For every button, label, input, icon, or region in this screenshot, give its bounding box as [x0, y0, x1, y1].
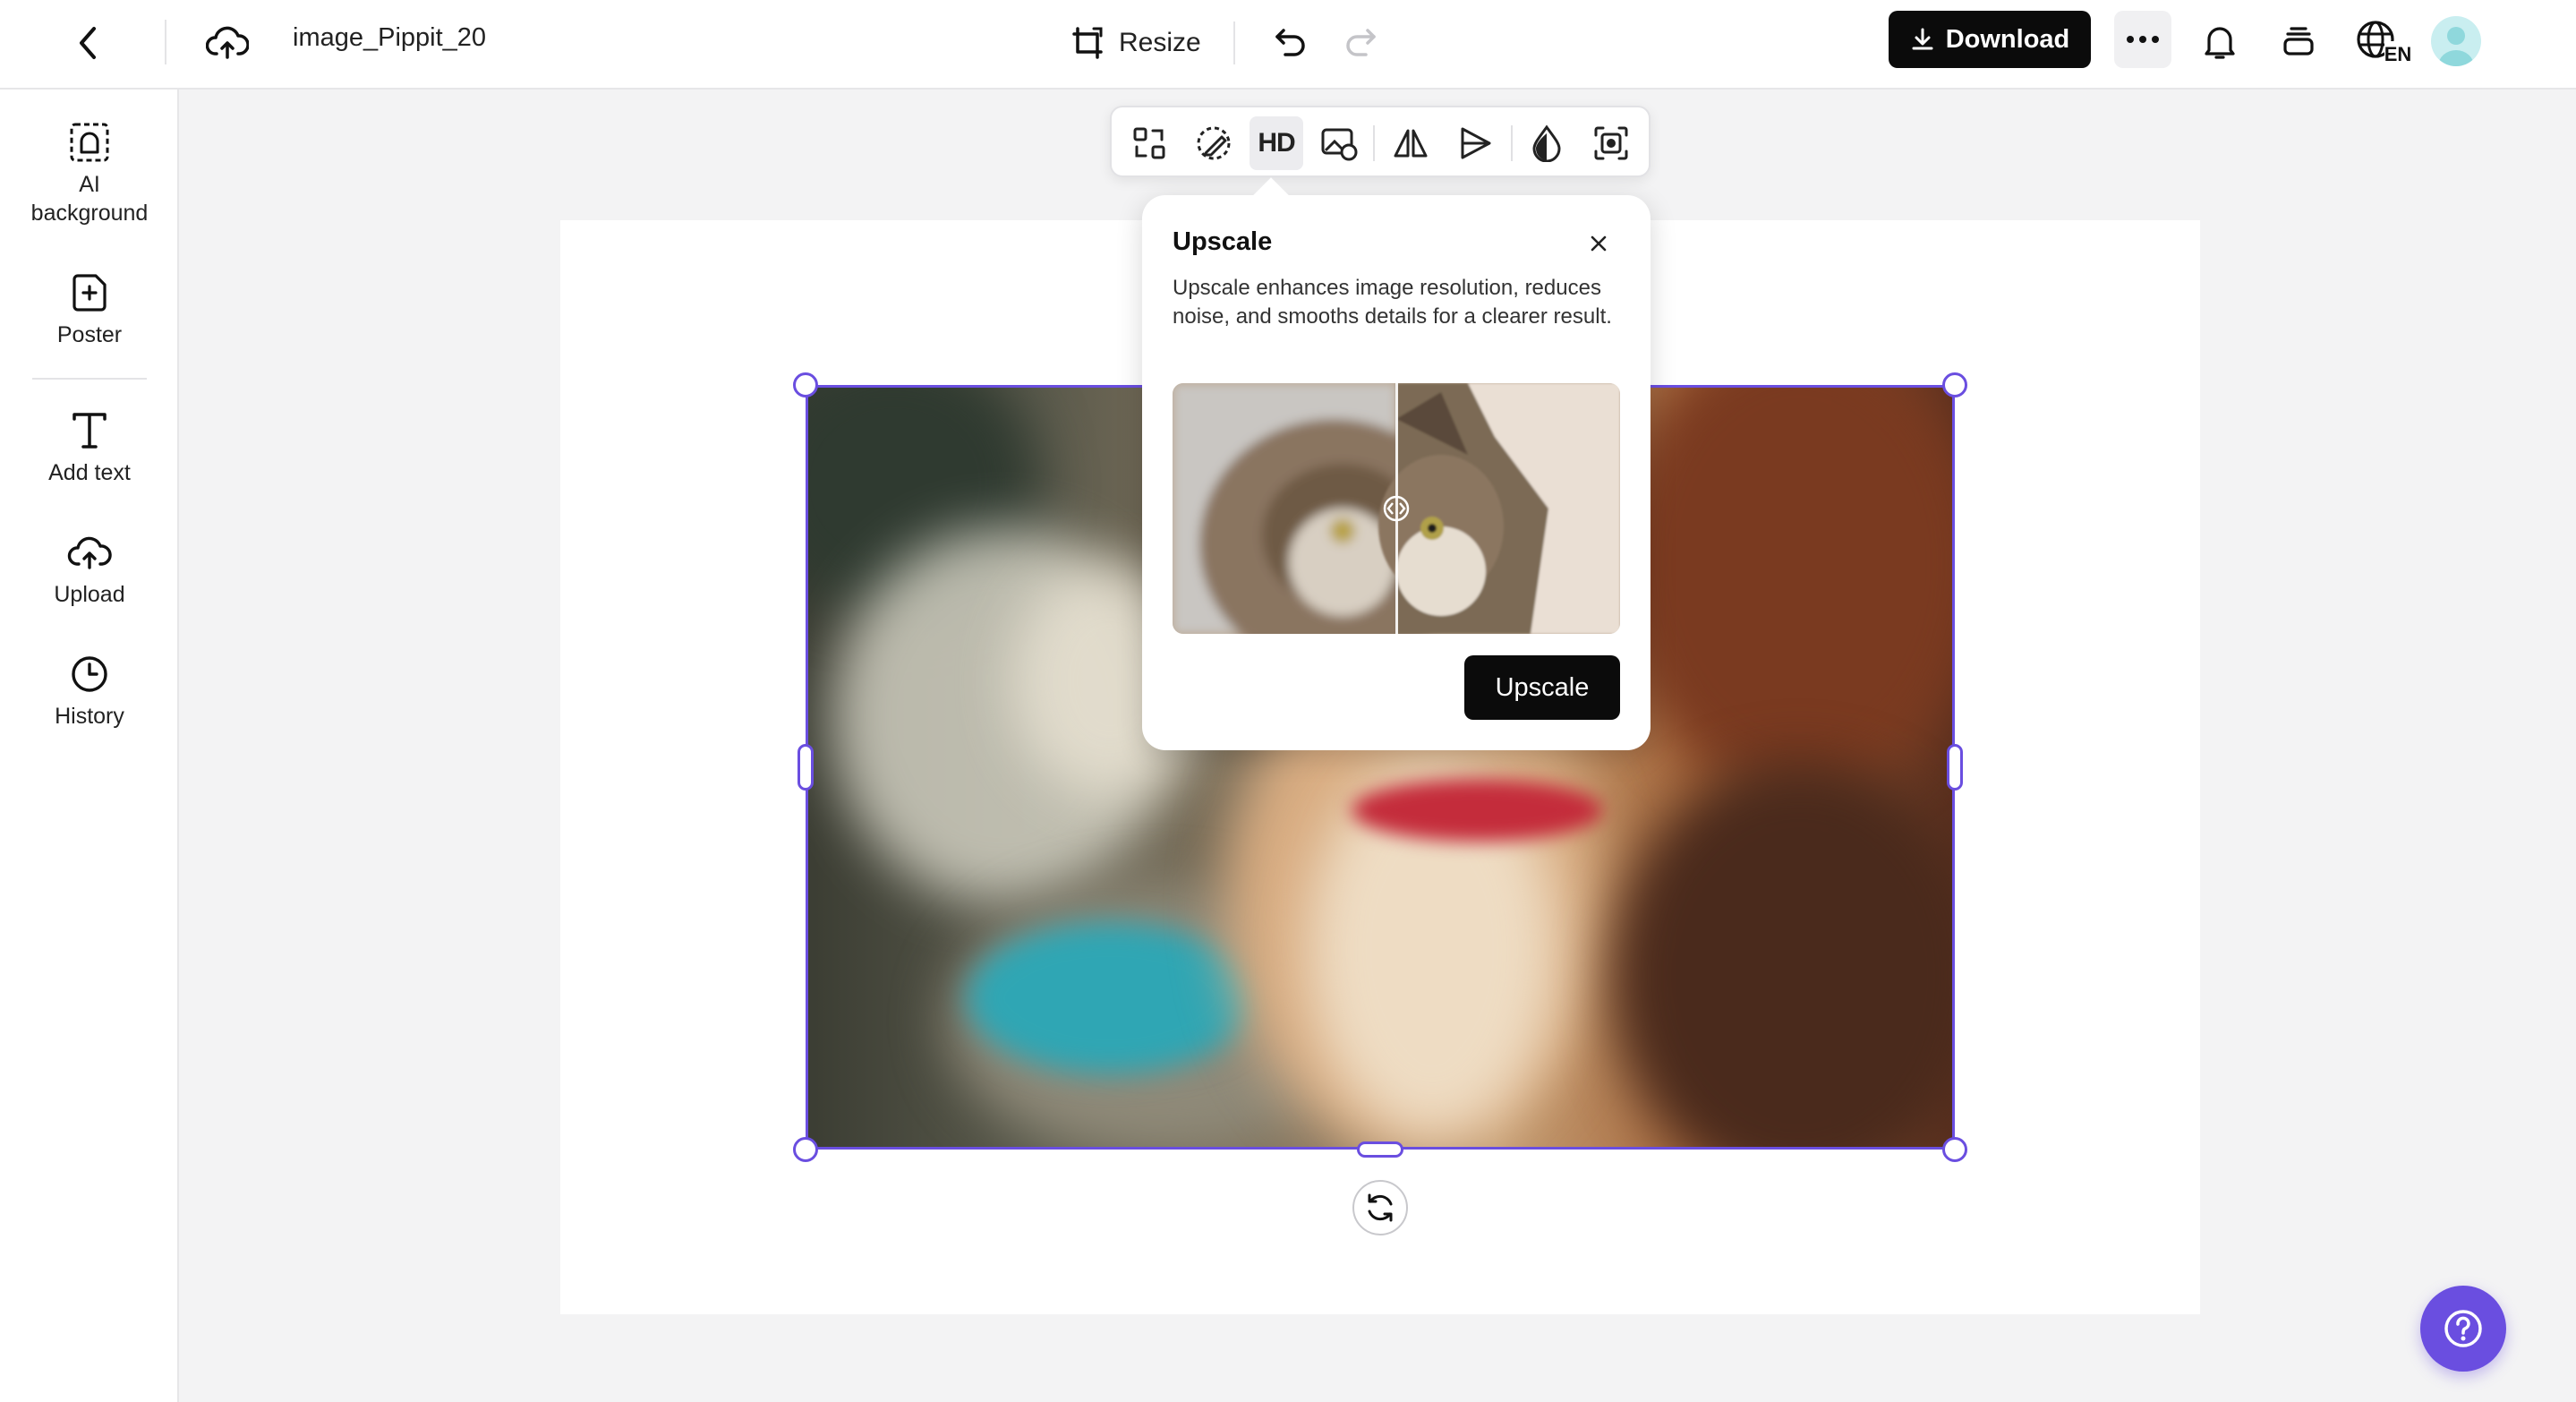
swap-icon	[1133, 127, 1165, 159]
ai-background-icon	[65, 118, 114, 167]
resize-handle-bottom-left[interactable]	[793, 1137, 818, 1162]
tool-replace-image[interactable]	[1312, 116, 1366, 170]
sidebar-item-label: Poster	[56, 322, 123, 347]
user-avatar-icon	[2438, 27, 2474, 66]
resize-handle-right[interactable]	[1947, 744, 1963, 791]
download-button[interactable]: Download	[1889, 11, 2091, 68]
sidebar-item-ai-background[interactable]: AI background	[0, 118, 179, 227]
stack-icon	[2283, 27, 2314, 56]
tool-crop[interactable]	[1584, 116, 1638, 170]
download-label: Download	[1945, 24, 2070, 54]
tool-opacity[interactable]	[1520, 116, 1574, 170]
send-icon	[1461, 127, 1491, 159]
upscale-preview-image	[1173, 383, 1620, 634]
sidebar-item-upload[interactable]: Upload	[0, 528, 179, 609]
toolbar-divider	[1373, 125, 1375, 161]
popover-description: Upscale enhances image resolution, reduc…	[1173, 276, 1612, 329]
redo-icon	[1346, 29, 1376, 56]
globe-icon: EN	[2357, 21, 2412, 64]
text-icon	[65, 406, 114, 455]
sidebar-item-label: AI	[79, 172, 100, 197]
sidebar-item-label: Upload	[54, 582, 125, 607]
replace-image-icon	[1321, 128, 1358, 161]
bell-icon	[2205, 27, 2235, 59]
upscale-button[interactable]: Upscale	[1464, 655, 1620, 720]
avatar[interactable]	[2431, 16, 2481, 66]
undo-button[interactable]	[1266, 18, 1316, 68]
cloud-save-button[interactable]	[202, 18, 252, 68]
upload-cloud-icon	[65, 528, 114, 577]
image-toolbar: HD	[1110, 106, 1651, 177]
hd-icon: HD	[1258, 128, 1295, 158]
help-question-icon	[2444, 1310, 2482, 1347]
tool-swap[interactable]	[1122, 116, 1176, 170]
notifications-button[interactable]	[2191, 13, 2248, 70]
close-icon	[1591, 235, 1607, 252]
tool-flip[interactable]	[1384, 116, 1437, 170]
redo-button[interactable]	[1335, 18, 1386, 68]
file-name[interactable]: image_Pippit_20	[293, 23, 486, 53]
resize-handle-top-left[interactable]	[793, 372, 818, 398]
upscale-popover: Upscale Upscale enhances image resolutio…	[1142, 177, 1651, 750]
popover-arrow	[1253, 177, 1289, 213]
rotate-button[interactable]	[1352, 1180, 1408, 1235]
language-code: EN	[2384, 43, 2412, 64]
sidebar-item-poster[interactable]: Poster	[0, 269, 179, 349]
divider	[1233, 21, 1235, 64]
toolbar-divider	[1511, 125, 1513, 161]
help-button[interactable]	[2420, 1286, 2506, 1372]
sidebar-divider	[32, 378, 147, 380]
resize-handle-bottom-right[interactable]	[1942, 1137, 1967, 1162]
back-button[interactable]	[63, 18, 113, 68]
resize-handle-top-right[interactable]	[1942, 372, 1967, 398]
left-sidebar: AI background Poster Add text Upload His…	[0, 90, 179, 1402]
poster-icon	[65, 269, 114, 317]
rotate-icon	[1368, 1193, 1393, 1222]
sidebar-item-label: background	[30, 201, 149, 226]
popover-title: Upscale	[1173, 227, 1273, 256]
credits-button[interactable]	[2270, 13, 2327, 70]
flip-icon	[1394, 129, 1428, 158]
sidebar-item-label: History	[55, 704, 124, 729]
resize-icon	[1072, 27, 1103, 59]
eraser-icon	[1197, 126, 1231, 160]
more-dots-icon	[2127, 36, 2159, 43]
resize-handle-bottom[interactable]	[1357, 1141, 1403, 1158]
language-button[interactable]: EN	[2352, 13, 2415, 70]
divider	[165, 20, 166, 64]
undo-icon	[1275, 29, 1305, 56]
sidebar-item-add-text[interactable]: Add text	[0, 406, 179, 487]
cloud-upload-icon	[206, 26, 249, 59]
sidebar-item-history[interactable]: History	[0, 650, 179, 731]
sidebar-item-label: Add text	[48, 460, 131, 485]
more-options-button[interactable]	[2114, 11, 2171, 68]
tool-eraser[interactable]	[1187, 116, 1241, 170]
resize-button[interactable]: Resize	[1070, 16, 1201, 70]
crop-icon	[1594, 126, 1628, 160]
tool-send[interactable]	[1448, 116, 1502, 170]
clock-icon	[65, 650, 114, 698]
download-icon	[1912, 28, 1933, 50]
tool-hd-upscale[interactable]: HD	[1250, 116, 1303, 170]
top-bar: image_Pippit_20 Resize Download EN	[0, 0, 2576, 90]
opacity-icon	[1532, 124, 1561, 162]
popover-close-button[interactable]	[1584, 229, 1613, 258]
resize-label: Resize	[1119, 28, 1201, 57]
chevron-left-icon	[80, 27, 96, 59]
resize-handle-left[interactable]	[798, 744, 814, 791]
